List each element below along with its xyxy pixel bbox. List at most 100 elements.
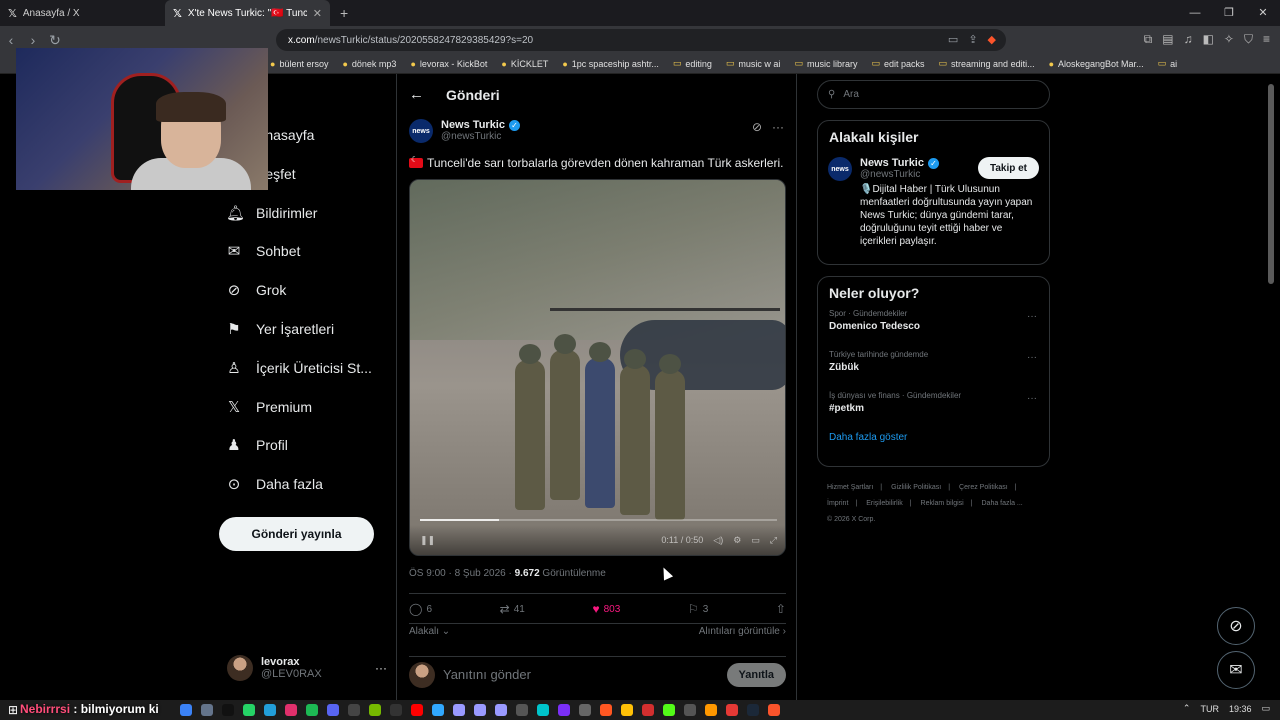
repost-button[interactable]: ⇄ 41 (500, 602, 525, 616)
footer-link[interactable]: Reklam bilgisi (921, 500, 964, 507)
brave-shield-icon[interactable]: ◆ (988, 33, 996, 46)
pause-icon[interactable]: ❚❚ (420, 535, 435, 546)
author-handle[interactable]: @newsTurkic (441, 131, 520, 142)
instagram-icon[interactable] (285, 704, 297, 716)
app-icon[interactable] (684, 704, 696, 716)
footer-link[interactable]: İmprint (827, 500, 848, 507)
discord-icon[interactable] (327, 704, 339, 716)
tiktok-icon[interactable] (222, 704, 234, 716)
app-icon[interactable] (180, 704, 192, 716)
share-button[interactable]: ⇧ (776, 602, 786, 616)
footer-link[interactable]: Hizmet Şartları (827, 484, 873, 491)
nav-item-grok[interactable]: ⊘ Grok (226, 281, 287, 299)
nav-item-notifications[interactable]: 🔔︎ Bildirimler (226, 204, 317, 222)
settings-icon[interactable]: ⚙ (733, 535, 741, 546)
more-options-icon[interactable]: ··· (1027, 393, 1037, 404)
url-field[interactable]: x.com /newsTurkic/status/202055824782938… (276, 29, 1006, 51)
relevance-dropdown[interactable]: Alakalı ⌄ (409, 626, 450, 637)
bookmark-folder[interactable]: ▭ edit packs (871, 58, 924, 69)
bookmark-folder[interactable]: ▭ music library (794, 58, 857, 69)
trend-item[interactable]: Türkiye tarihinde gündemde Zübük ··· (818, 342, 1049, 383)
minimize-button[interactable]: — (1178, 0, 1212, 26)
app-icon[interactable] (558, 704, 570, 716)
nav-item-premium[interactable]: 𝕏 Premium (226, 398, 312, 416)
footer-link[interactable]: Erişilebilirlik (866, 500, 903, 507)
app-icon[interactable] (201, 704, 213, 716)
back-icon[interactable]: ‹ (0, 32, 22, 48)
app-icon[interactable] (579, 704, 591, 716)
post-timestamp[interactable]: ÖS 9:00 · 8 Şub 2026 · (409, 568, 515, 579)
reload-icon[interactable]: ↻ (44, 32, 66, 49)
menu-icon[interactable]: ≡ (1263, 32, 1270, 47)
grok-icon[interactable]: ⊘ (752, 120, 762, 134)
obs-icon[interactable] (348, 704, 360, 716)
chevron-up-icon[interactable]: ⌃ (1183, 703, 1191, 714)
share-icon[interactable]: ⇪ (968, 33, 977, 46)
steam-icon[interactable] (747, 704, 759, 716)
more-options-icon[interactable]: ··· (1027, 352, 1037, 363)
volume-icon[interactable]: ◁) (713, 535, 723, 546)
close-window-button[interactable]: ✕ (1246, 0, 1280, 26)
bookmark[interactable]: ● levorax - KickBot (410, 59, 487, 69)
music-icon[interactable]: ♫ (1184, 32, 1193, 47)
bookmark[interactable]: ● dönek mp3 (342, 59, 396, 69)
tab-home[interactable]: 𝕏 Anasayfa / X (0, 0, 165, 26)
kick-icon[interactable] (663, 704, 675, 716)
fullscreen-icon[interactable]: ⤢ (770, 535, 777, 546)
reply-submit-button[interactable]: Yanıtla (726, 662, 786, 687)
after-effects-icon[interactable] (474, 704, 486, 716)
spotify-icon[interactable] (306, 704, 318, 716)
premiere-icon[interactable] (495, 704, 507, 716)
bookmark-folder[interactable]: ▭ ai (1158, 58, 1178, 69)
bookmark[interactable]: ● 1pc spaceship ashtr... (562, 59, 659, 69)
bookmark[interactable]: ● bülent ersoy (270, 59, 328, 69)
trend-item[interactable]: İş dünyası ve finans · Gündemdekiler #pe… (818, 383, 1049, 424)
photoshop-icon[interactable] (432, 704, 444, 716)
screen-icon[interactable]: ▭ (948, 33, 958, 46)
clock[interactable]: 19:36 (1229, 704, 1252, 714)
scrollbar[interactable] (1268, 84, 1274, 284)
bookmark-folder[interactable]: ▭ streaming and editi... (939, 58, 1035, 69)
nav-item-bookmarks[interactable]: ⚑ Yer İşaretleri (226, 320, 334, 338)
whatsapp-icon[interactable] (243, 704, 255, 716)
notification-icon[interactable]: ▭ (1261, 703, 1270, 714)
view-quotes-link[interactable]: Alıntıları görüntüle › (699, 626, 786, 637)
like-button[interactable]: ♥ 803 (592, 602, 620, 616)
brave-icon[interactable] (768, 704, 780, 716)
app-icon[interactable] (705, 704, 717, 716)
app-icon[interactable] (600, 704, 612, 716)
bookmark-folder[interactable]: ▭ editing (673, 58, 712, 69)
nvidia-icon[interactable] (369, 704, 381, 716)
app-icon[interactable] (726, 704, 738, 716)
app-icon[interactable] (411, 704, 423, 716)
account-switcher[interactable]: levorax @LEV0RAX ··· (227, 652, 387, 684)
app-icon[interactable] (642, 704, 654, 716)
reply-input[interactable]: Yanıtını gönder (443, 667, 531, 682)
bookmark[interactable]: ● KİCKLET (501, 59, 548, 69)
app-icon[interactable] (516, 704, 528, 716)
pip-icon[interactable]: ▭ (751, 535, 760, 546)
leo-icon[interactable]: ✧ (1224, 32, 1234, 47)
video-progress-bar[interactable] (420, 519, 777, 521)
follow-button[interactable]: Takip et (977, 157, 1039, 179)
show-more-link[interactable]: Daha fazla göster (818, 424, 1049, 455)
related-name[interactable]: News Turkic (860, 157, 924, 169)
app-icon[interactable] (390, 704, 402, 716)
sidebar-icon[interactable]: ▤ (1162, 32, 1173, 47)
bookmark[interactable]: ● AloskegangBot Mar... (1049, 59, 1144, 69)
nav-item-creator-studio[interactable]: ♙ İçerik Üreticisi St... (226, 359, 372, 377)
post-author[interactable]: news News Turkic ✓ @newsTurkic (409, 119, 520, 143)
more-options-icon[interactable]: ··· (1027, 311, 1037, 322)
author-avatar[interactable]: news (409, 119, 433, 143)
nav-item-chat[interactable]: ✉ Sohbet (226, 242, 301, 260)
language-indicator[interactable]: TUR (1200, 704, 1219, 714)
footer-link[interactable]: Çerez Politikası (959, 484, 1008, 491)
media-encoder-icon[interactable] (453, 704, 465, 716)
grok-fab[interactable]: ⊘ (1217, 607, 1255, 645)
footer-link[interactable]: Gizlilik Politikası (891, 484, 941, 491)
bookmark-folder[interactable]: ▭ music w ai (726, 58, 781, 69)
app-icon[interactable] (621, 704, 633, 716)
new-tab-button[interactable]: + (330, 5, 358, 21)
reply-button[interactable]: ◯ 6 (409, 602, 432, 616)
vpn-icon[interactable]: ⛉ (1244, 32, 1253, 47)
